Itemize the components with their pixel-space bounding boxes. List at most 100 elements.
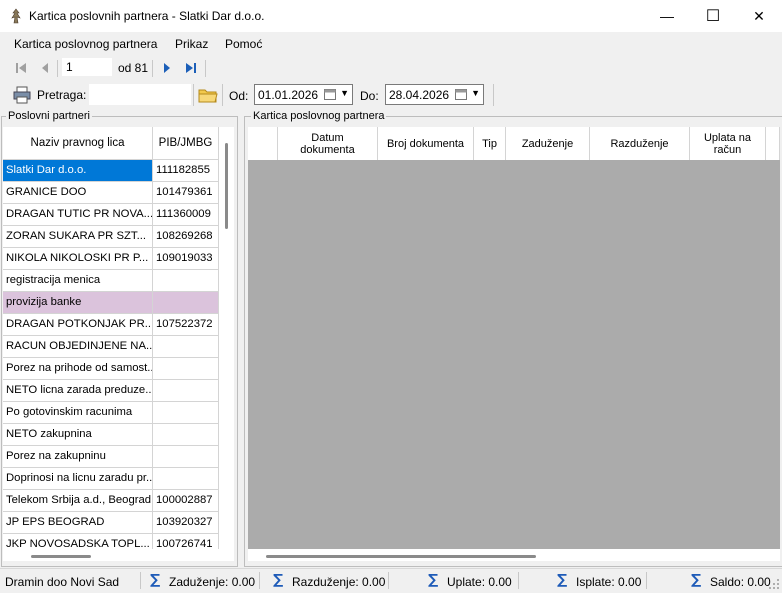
partner-name-cell[interactable]: Porez na prihode od samost... <box>3 358 153 380</box>
column-header-razduzenje[interactable]: Razduženje <box>590 127 690 160</box>
table-row[interactable]: RACUN OBJEDINJENE NA... <box>3 336 219 358</box>
partner-name-cell[interactable]: Porez na zakupninu <box>3 446 153 468</box>
partner-pib-cell[interactable] <box>153 380 219 402</box>
open-folder-button[interactable] <box>198 86 218 104</box>
print-button[interactable] <box>12 86 32 104</box>
search-label: Pretraga: <box>37 88 87 102</box>
next-record-button[interactable] <box>158 60 176 76</box>
partner-pib-cell[interactable]: 109019033 <box>153 248 219 270</box>
table-row[interactable]: NIKOLA NIKOLOSKI PR P... 109019033 <box>3 248 219 270</box>
partner-pib-cell[interactable] <box>153 468 219 490</box>
table-row[interactable]: Po gotovinskim racunima <box>3 402 219 424</box>
partner-name-cell[interactable]: registracija menica <box>3 270 153 292</box>
minimize-button[interactable]: — <box>644 0 690 32</box>
toolbar-separator <box>493 84 494 106</box>
status-separator <box>259 572 260 589</box>
table-row[interactable]: Doprinosi na licnu zaradu pr... <box>3 468 219 490</box>
partner-name-cell[interactable]: GRANICE DOO <box>3 182 153 204</box>
partner-pib-cell[interactable] <box>153 292 219 314</box>
partner-name-cell[interactable]: DRAGAN TUTIC PR NOVA... <box>3 204 153 226</box>
column-header-broj[interactable]: Broj dokumenta <box>378 127 474 160</box>
vertical-scrollbar-thumb[interactable] <box>225 143 228 229</box>
column-header-tip[interactable]: Tip <box>474 127 506 160</box>
partner-pib-cell[interactable]: 103920327 <box>153 512 219 534</box>
partner-name-cell[interactable]: Po gotovinskim racunima <box>3 402 153 424</box>
status-company: Dramin doo Novi Sad <box>5 575 120 589</box>
partner-name-cell[interactable]: RACUN OBJEDINJENE NA... <box>3 336 153 358</box>
calendar-icon <box>455 89 467 100</box>
partner-pib-cell[interactable]: 100002887 <box>153 490 219 512</box>
card-grid: Datum dokumenta Broj dokumenta Tip Zaduž… <box>248 127 780 561</box>
table-row[interactable]: NETO licna zarada preduze... <box>3 380 219 402</box>
table-row[interactable]: registracija menica <box>3 270 219 292</box>
partner-pib-cell[interactable]: 111182855 <box>153 160 219 182</box>
table-row[interactable]: JP EPS BEOGRAD 103920327 <box>3 512 219 534</box>
partners-vertical-scrollbar[interactable] <box>221 127 234 561</box>
close-icon: ✕ <box>753 7 765 24</box>
partner-name-cell[interactable]: Doprinosi na licnu zaradu pr... <box>3 468 153 490</box>
menu-item-prikaz[interactable]: Prikaz <box>175 37 208 51</box>
previous-record-button[interactable] <box>36 60 54 76</box>
card-horizontal-scrollbar[interactable] <box>248 549 780 561</box>
close-button[interactable]: ✕ <box>736 0 782 32</box>
partner-name-cell[interactable]: DRAGAN POTKONJAK PR... <box>3 314 153 336</box>
table-row[interactable]: Porez na prihode od samost... <box>3 358 219 380</box>
table-row[interactable]: Porez na zakupninu <box>3 446 219 468</box>
date-to-picker[interactable]: 28.04.2026 ▼ <box>385 84 484 105</box>
record-position-input[interactable] <box>62 58 112 76</box>
partner-pib-cell[interactable]: 111360009 <box>153 204 219 226</box>
resize-grip-icon[interactable] <box>768 578 780 590</box>
column-header-zaduzenje[interactable]: Zaduženje <box>506 127 590 160</box>
table-row[interactable]: Slatki Dar d.o.o. 111182855 <box>3 160 219 182</box>
partner-pib-cell[interactable] <box>153 336 219 358</box>
search-input[interactable] <box>89 84 191 105</box>
last-record-button[interactable] <box>182 60 200 76</box>
partner-pib-cell[interactable] <box>153 446 219 468</box>
column-header-name[interactable]: Naziv pravnog lica <box>3 127 153 160</box>
date-from-picker[interactable]: 01.01.2026 ▼ <box>254 84 353 105</box>
table-row[interactable]: NETO zakupnina <box>3 424 219 446</box>
date-from-value: 01.01.2026 <box>258 88 319 102</box>
partner-name-cell[interactable]: Telekom Srbija a.d., Beograd <box>3 490 153 512</box>
partner-pib-cell[interactable] <box>153 270 219 292</box>
table-row[interactable]: Telekom Srbija a.d., Beograd 100002887 <box>3 490 219 512</box>
toolbar-separator <box>152 60 153 77</box>
partner-pib-cell[interactable]: 101479361 <box>153 182 219 204</box>
maximize-button[interactable]: ☐ <box>690 0 736 32</box>
partner-name-cell[interactable]: JP EPS BEOGRAD <box>3 512 153 534</box>
table-row[interactable]: provizija banke <box>3 292 219 314</box>
sigma-icon: ∑ <box>557 572 568 588</box>
first-record-icon <box>16 63 26 73</box>
horizontal-scrollbar-thumb[interactable] <box>31 555 91 558</box>
partner-name-cell[interactable]: ZORAN SUKARA PR SZT... <box>3 226 153 248</box>
partner-name-cell[interactable]: NETO zakupnina <box>3 424 153 446</box>
partners-horizontal-scrollbar[interactable] <box>3 549 221 561</box>
column-header-pib[interactable]: PIB/JMBG <box>153 127 219 160</box>
sigma-icon: ∑ <box>273 572 284 588</box>
column-header-overflow <box>766 127 780 160</box>
partner-name-cell[interactable]: Slatki Dar d.o.o. <box>3 160 153 182</box>
table-row[interactable]: ZORAN SUKARA PR SZT... 108269268 <box>3 226 219 248</box>
partner-pib-cell[interactable]: 108269268 <box>153 226 219 248</box>
card-group-title: Kartica poslovnog partnera <box>251 110 387 122</box>
table-row[interactable]: DRAGAN POTKONJAK PR... 107522372 <box>3 314 219 336</box>
partner-pib-cell[interactable] <box>153 358 219 380</box>
partner-name-cell[interactable]: NIKOLA NIKOLOSKI PR P... <box>3 248 153 270</box>
printer-icon <box>13 86 31 104</box>
partner-name-cell[interactable]: provizija banke <box>3 292 153 314</box>
table-row[interactable]: DRAGAN TUTIC PR NOVA... 111360009 <box>3 204 219 226</box>
partner-pib-cell[interactable] <box>153 402 219 424</box>
status-separator <box>140 572 141 589</box>
menu-item-kartica[interactable]: Kartica poslovnog partnera <box>14 37 157 51</box>
first-record-button[interactable] <box>12 60 30 76</box>
status-isplate: Isplate: 0.00 <box>576 575 642 589</box>
record-count-label: od 81 <box>118 61 149 75</box>
partner-pib-cell[interactable]: 107522372 <box>153 314 219 336</box>
table-row[interactable]: GRANICE DOO 101479361 <box>3 182 219 204</box>
horizontal-scrollbar-thumb[interactable] <box>266 555 536 558</box>
partner-name-cell[interactable]: NETO licna zarada preduze... <box>3 380 153 402</box>
column-header-datum[interactable]: Datum dokumenta <box>278 127 378 160</box>
partner-pib-cell[interactable] <box>153 424 219 446</box>
menu-item-pomoc[interactable]: Pomoć <box>225 37 262 51</box>
column-header-uplata[interactable]: Uplata na račun <box>690 127 766 160</box>
